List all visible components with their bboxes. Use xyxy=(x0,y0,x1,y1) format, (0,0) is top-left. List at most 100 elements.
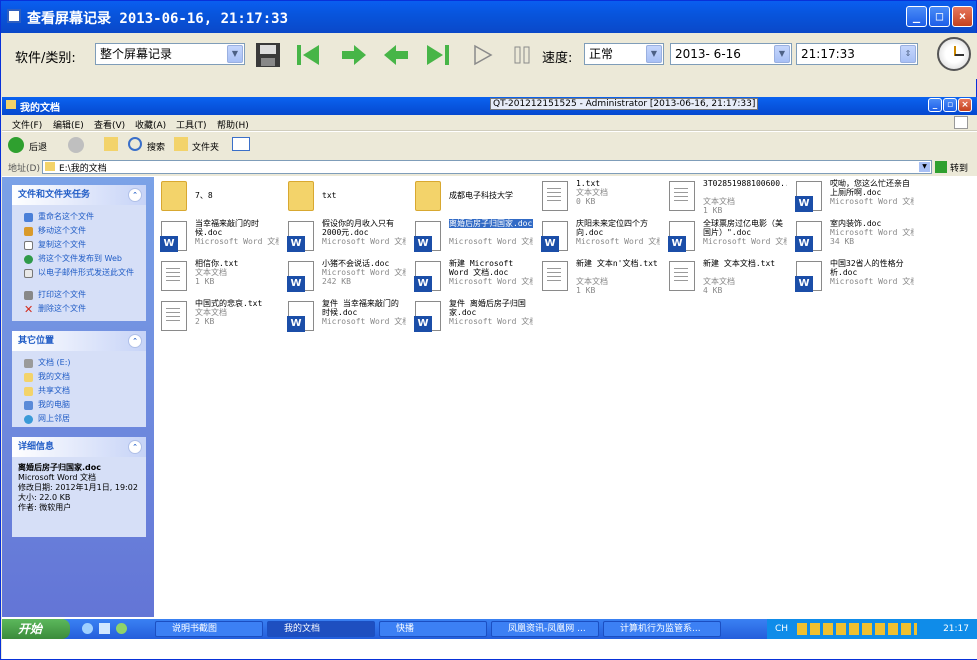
file-item[interactable]: W 新建 Microsoft Word 文档.doc Microsoft Word … xyxy=(409,257,533,297)
maximize-button[interactable]: □ xyxy=(929,6,950,27)
forward-icon[interactable] xyxy=(68,137,84,153)
search-label[interactable]: 搜索 xyxy=(147,140,165,153)
file-type: Microsoft Word 文档 xyxy=(322,237,406,246)
explorer-close-button[interactable]: × xyxy=(958,98,972,112)
rename-icon xyxy=(24,213,33,222)
file-item[interactable]: 7、8 xyxy=(155,177,279,217)
task-delete[interactable]: ✕ 删除这个文件 xyxy=(12,303,146,317)
delete-icon: ✕ xyxy=(24,303,34,316)
task-rename[interactable]: 重命名这个文件 xyxy=(12,211,146,225)
file-item[interactable]: W 假设你的月收入只有2000元.doc Microsoft Word 文档 xyxy=(282,217,406,257)
go-label[interactable]: 转到 xyxy=(950,161,968,174)
file-item[interactable]: W 全球票房过亿电影（美国片）".doc Microsoft Word 文档 xyxy=(663,217,787,257)
minimize-button[interactable]: _ xyxy=(906,6,927,27)
details-header[interactable]: 详细信息 ⌃ xyxy=(12,437,146,457)
file-item[interactable]: 中国式的悲哀.txt 文本文档 2 KB xyxy=(155,297,279,337)
clock-icon[interactable] xyxy=(937,37,971,71)
spinner-arrows-icon[interactable]: ⇕ xyxy=(900,45,916,63)
file-item[interactable]: W 室内装饰.doc Microsoft Word 文档 34 KB xyxy=(790,217,914,257)
task-kuaibo[interactable]: 快播 xyxy=(379,621,487,637)
chevron-down-icon[interactable]: ▼ xyxy=(919,162,930,172)
explorer-minimize-button[interactable]: _ xyxy=(928,98,942,112)
task-monitor-system[interactable]: 计算机行为监管系... xyxy=(603,621,721,637)
search-icon[interactable] xyxy=(128,137,142,151)
quicklaunch-app-icon[interactable] xyxy=(116,623,127,634)
file-name: 假设你的月收入只有2000元.doc xyxy=(322,219,394,237)
file-item[interactable]: 1.txt 文本文档 0 KB xyxy=(536,177,660,217)
up-folder-icon[interactable] xyxy=(104,137,118,151)
address-input[interactable]: E:\我的文档 ▼ xyxy=(42,160,932,174)
pause-icon[interactable] xyxy=(508,41,536,69)
task-move[interactable]: 移动这个文件 xyxy=(12,225,146,239)
file-item[interactable]: W 中国32省人的性格分析.doc Microsoft Word 文档 xyxy=(790,257,914,297)
file-item[interactable]: W 离婚后房子归国家.doc Microsoft Word 文档 xyxy=(409,217,533,257)
menu-favorites[interactable]: 收藏(A) xyxy=(135,118,166,131)
file-item[interactable]: txt xyxy=(282,177,406,217)
copy-icon xyxy=(24,241,33,250)
task-publish[interactable]: 将这个文件发布到 Web xyxy=(12,253,146,267)
task-copy[interactable]: 复制这个文件 xyxy=(12,239,146,253)
place-drive-e[interactable]: 文档 (E:) xyxy=(12,357,146,371)
collapse-icon[interactable]: ⌃ xyxy=(128,440,142,454)
speed-select[interactable]: 正常 ▼ xyxy=(584,43,664,65)
place-my-documents[interactable]: 我的文档 xyxy=(12,371,146,385)
chevron-down-icon[interactable]: ▼ xyxy=(774,45,790,63)
menu-file[interactable]: 文件(F) xyxy=(12,118,42,131)
file-item[interactable]: 成都电子科技大学 xyxy=(409,177,533,217)
step-back-icon[interactable] xyxy=(382,41,410,69)
file-item[interactable]: W 小猪不会说话.doc Microsoft Word 文档 242 KB xyxy=(282,257,406,297)
date-select[interactable]: 2013- 6-16 ▼ xyxy=(670,43,792,65)
folders-icon[interactable] xyxy=(174,137,188,151)
file-item[interactable]: W 复件 当幸福来敲门的时候.doc Microsoft Word 文档 xyxy=(282,297,406,337)
last-frame-icon[interactable] xyxy=(424,41,452,69)
file-item[interactable]: W 当幸福来敲门的时候.doc Microsoft Word 文档 xyxy=(155,217,279,257)
language-indicator[interactable]: CH xyxy=(775,619,788,639)
place-my-computer[interactable]: 我的电脑 xyxy=(12,399,146,413)
file-item[interactable]: W 庆阳未来定位四个方向.doc Microsoft Word 文档 xyxy=(536,217,660,257)
tray-icons[interactable] xyxy=(797,623,917,635)
file-name: 中国式的悲哀.txt xyxy=(195,299,263,308)
time-spinner[interactable]: 21:17:33 ⇕ xyxy=(796,43,918,65)
task-print[interactable]: 打印这个文件 xyxy=(12,289,146,303)
views-icon[interactable] xyxy=(232,137,250,151)
quicklaunch-desktop-icon[interactable] xyxy=(99,623,110,634)
menu-help[interactable]: 帮助(H) xyxy=(217,118,249,131)
file-item[interactable]: 3T02851988100600... 文本文档 1 KB xyxy=(663,177,787,217)
task-screenshot-guide[interactable]: 说明书截图 xyxy=(155,621,263,637)
collapse-icon[interactable]: ⌃ xyxy=(128,188,142,202)
file-item[interactable]: 新建 文本n'文档.txt 文本文档 1 KB xyxy=(536,257,660,297)
task-ifeng[interactable]: 凤凰资讯-凤凰网 ... xyxy=(491,621,599,637)
chevron-down-icon[interactable]: ▼ xyxy=(646,45,662,63)
task-my-documents[interactable]: 我的文档 xyxy=(267,621,375,637)
back-icon[interactable] xyxy=(8,137,24,153)
menu-edit[interactable]: 编辑(E) xyxy=(53,118,84,131)
file-size: 2 KB xyxy=(195,317,215,326)
place-network[interactable]: 网上邻居 xyxy=(12,413,146,427)
start-button[interactable]: 开始 xyxy=(2,619,70,639)
step-forward-icon[interactable] xyxy=(340,41,368,69)
word-doc-icon: W xyxy=(287,221,314,252)
play-icon[interactable] xyxy=(468,41,496,69)
folders-label[interactable]: 文件夹 xyxy=(192,140,219,153)
file-item[interactable]: W 复件 离婚后房子归国家.doc Microsoft Word 文档 xyxy=(409,297,533,337)
task-email[interactable]: 以电子邮件形式发送此文件 xyxy=(12,267,146,289)
file-tasks-panel: 文件和文件夹任务 ⌃ 重命名这个文件 移动这个文件 复制这个文件 将这个文件发布到… xyxy=(12,185,146,321)
chevron-down-icon[interactable]: ▼ xyxy=(227,45,243,63)
menu-tools[interactable]: 工具(T) xyxy=(176,118,207,131)
file-tasks-header[interactable]: 文件和文件夹任务 ⌃ xyxy=(12,185,146,205)
menu-view[interactable]: 查看(V) xyxy=(94,118,125,131)
explorer-restore-button[interactable]: ▫ xyxy=(943,98,957,112)
file-item[interactable]: W 哎呦，您这么忙还亲自上厕所啊.doc Microsoft Word 文档 xyxy=(790,177,914,217)
place-shared-documents[interactable]: 共享文档 xyxy=(12,385,146,399)
save-icon[interactable] xyxy=(254,41,282,69)
go-arrow-icon[interactable] xyxy=(935,161,947,173)
other-places-header[interactable]: 其它位置 ⌃ xyxy=(12,331,146,351)
back-label[interactable]: 后退 xyxy=(29,140,47,153)
quicklaunch-ie-icon[interactable] xyxy=(82,623,93,634)
close-button[interactable]: × xyxy=(952,6,973,27)
first-frame-icon[interactable] xyxy=(294,41,322,69)
file-item[interactable]: 相信你.txt 文本文档 1 KB xyxy=(155,257,279,297)
file-item[interactable]: 新建 文本文档.txt 文本文档 4 KB xyxy=(663,257,787,297)
category-select[interactable]: 整个屏幕记录 ▼ xyxy=(95,43,245,65)
collapse-icon[interactable]: ⌃ xyxy=(128,334,142,348)
